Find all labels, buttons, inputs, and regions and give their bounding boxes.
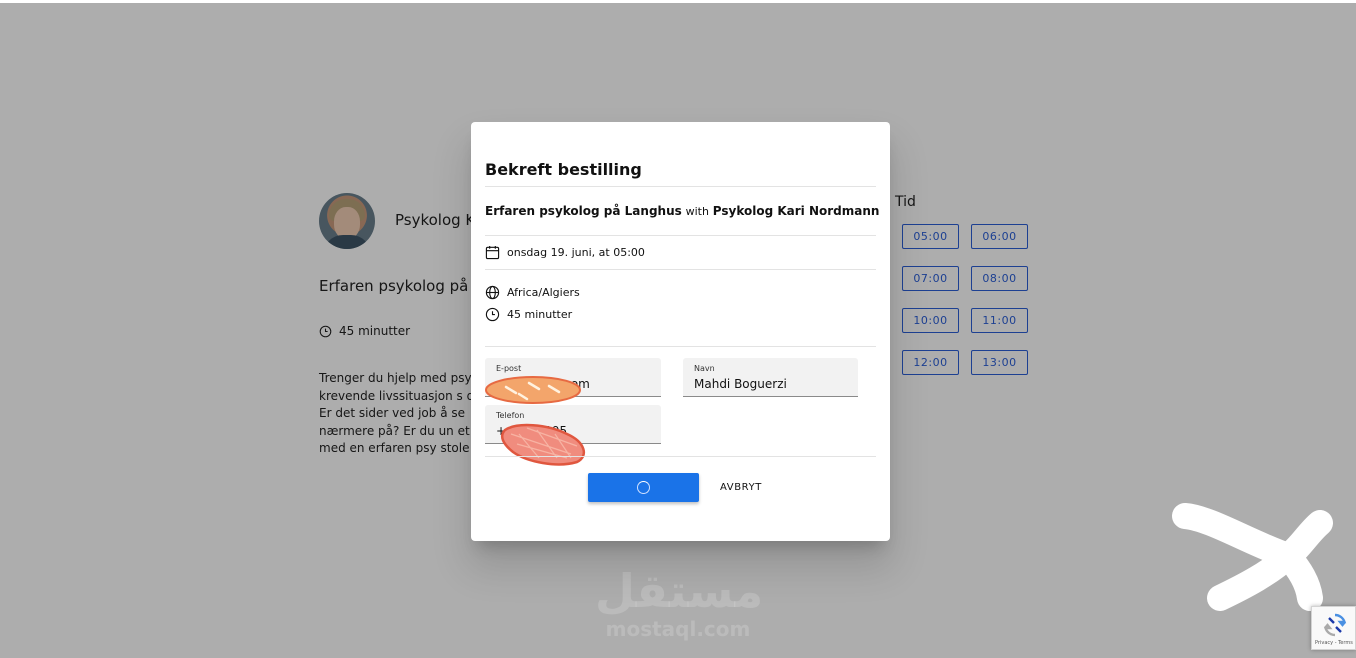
divider [485,269,876,270]
calendar-icon [485,245,500,260]
duration-label: 45 minutter [507,308,573,321]
recaptcha-badge[interactable]: Privacy - Terms [1311,606,1356,650]
email-label: E-post [496,364,522,373]
watermark-latin: mostaql.com [605,617,751,641]
confirm-booking-dialog: Bekreft bestilling Erfaren psykolog på L… [471,122,890,541]
timezone-label: Africa/Algiers [507,286,580,299]
name-label: Navn [694,364,715,373]
timezone-row: Africa/Algiers [485,285,580,300]
name-field[interactable]: Navn [683,358,858,397]
recaptcha-icon [1323,613,1347,637]
white-scribble-mark [1172,503,1333,611]
loading-spinner-icon [637,481,650,494]
redaction-mark [501,423,586,466]
name-input[interactable] [694,377,854,391]
recaptcha-links[interactable]: Privacy - Terms [1315,640,1353,646]
phone-label: Telefon [496,411,525,420]
watermark-arabic: مستقل [595,564,764,618]
booking-with-word: with [685,205,709,218]
booking-service: Erfaren psykolog på Langhus [485,204,682,218]
booking-psychologist: Psykolog Kari Nordmann [712,204,880,218]
globe-icon [485,285,500,300]
booking-date: onsdag 19. juni, at 05:00 [507,246,645,259]
divider [485,346,876,347]
divider [485,235,876,236]
dialog-title: Bekreft bestilling [485,160,642,179]
watermark-logo: مستقل mostaql.com [595,564,764,641]
duration-row: 45 minutter [485,307,572,322]
submit-button[interactable] [588,473,699,502]
divider [485,456,876,457]
booking-summary: Erfaren psykolog på Langhus with Psykolo… [485,204,879,218]
divider [485,186,876,187]
booking-date-row: onsdag 19. juni, at 05:00 [485,245,645,260]
cancel-button[interactable]: AVBRYT [711,473,771,502]
clock-icon [485,307,500,322]
redaction-mark [485,376,581,404]
